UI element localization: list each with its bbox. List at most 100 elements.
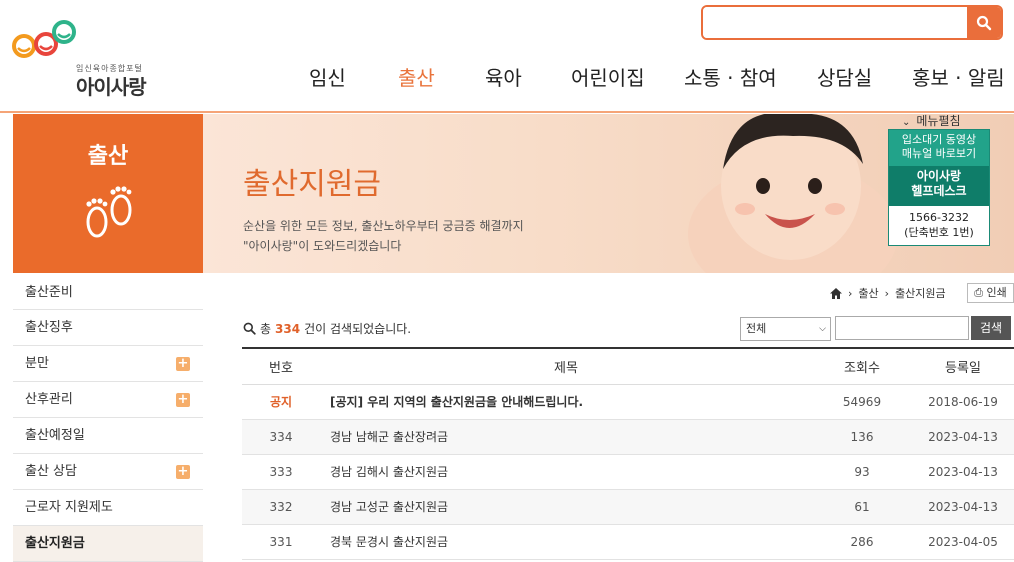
result-count: 총 334 건이 검색되었습니다. bbox=[243, 320, 411, 337]
sidebar-item-label: 산후관리 bbox=[25, 392, 73, 407]
sidebar-item-label: 출산징후 bbox=[25, 320, 73, 335]
video-manual-line: 입소대기 동영상 bbox=[901, 133, 977, 146]
home-icon[interactable] bbox=[830, 287, 842, 299]
menu-expand-toggle[interactable]: ⌄ 메뉴펼침 bbox=[902, 112, 961, 129]
baby-photo bbox=[688, 114, 898, 273]
subsidy-table: 번호 제목 조회수 등록일 공지 [공지] 우리 지역의 출산지원금을 안내해드… bbox=[242, 347, 1014, 560]
count-prefix: 총 bbox=[260, 322, 272, 336]
search-icon bbox=[976, 15, 992, 30]
search-button[interactable] bbox=[967, 7, 1001, 38]
banner-desc-line: 순산을 위한 모든 정보, 출산노하우부터 궁금증 해결까지 bbox=[243, 219, 524, 233]
col-header-subject: 제목 bbox=[320, 347, 812, 385]
row-views: 93 bbox=[812, 454, 912, 490]
nav-community[interactable]: 소통 · 참여 bbox=[684, 62, 777, 91]
menu-expand-label: 메뉴펼침 bbox=[916, 114, 961, 128]
sidebar-item-label: 근로자 지원제도 bbox=[25, 500, 113, 515]
nav-pregnancy[interactable]: 임신 bbox=[309, 62, 346, 91]
row-subject[interactable]: 경남 남해군 출산장려금 bbox=[320, 419, 812, 455]
search-filter-select[interactable]: 전체 ⌵ bbox=[740, 317, 831, 341]
row-subject[interactable]: 경남 김해시 출산지원금 bbox=[320, 454, 812, 490]
row-subject[interactable]: 경남 고성군 출산지원금 bbox=[320, 489, 812, 525]
row-no: 공지 bbox=[242, 384, 320, 420]
sidebar-item-label: 출산 상담 bbox=[25, 464, 77, 479]
sidebar-item-due-date[interactable]: 출산예정일 bbox=[13, 418, 203, 454]
banner-desc-line: "아이사랑"이 도와드리겠습니다 bbox=[243, 239, 402, 253]
sidebar-item-label: 출산지원금 bbox=[25, 536, 85, 551]
table-row[interactable]: 332 경남 고성군 출산지원금 61 2023-04-13 bbox=[242, 489, 1014, 525]
video-manual-link[interactable]: 입소대기 동영상 매뉴얼 바로보기 bbox=[889, 130, 989, 166]
sidebar-item-birth-counsel[interactable]: 출산 상담 + bbox=[13, 454, 203, 490]
page-title: 출산지원금 bbox=[243, 167, 381, 202]
row-subject[interactable]: [공지] 우리 지역의 출산지원금을 안내해드립니다. bbox=[320, 384, 812, 420]
sidebar-item-worker-support[interactable]: 근로자 지원제도 bbox=[13, 490, 203, 526]
col-header-views: 조회수 bbox=[812, 347, 912, 385]
sidebar-menu: 출산준비 출산징후 분만 + 산후관리 + 출산예정일 출산 상담 + 근로자 지원제… bbox=[13, 273, 203, 562]
keyword-search-button[interactable]: 검색 bbox=[971, 316, 1011, 340]
row-views: 61 bbox=[812, 489, 912, 525]
row-views: 54969 bbox=[812, 384, 912, 420]
helpdesk-title: 아이사랑 헬프데스크 bbox=[889, 166, 989, 206]
row-date: 2018-06-19 bbox=[912, 384, 1014, 420]
row-views: 136 bbox=[812, 419, 912, 455]
nav-birth[interactable]: 출산 bbox=[398, 62, 435, 91]
helpdesk-panel: 입소대기 동영상 매뉴얼 바로보기 아이사랑 헬프데스크 1566-3232 (… bbox=[888, 129, 990, 246]
helpdesk-title-line: 아이사랑 bbox=[916, 169, 962, 183]
breadcrumb-item[interactable]: 출산 bbox=[858, 285, 878, 301]
sidebar-header: 출산 bbox=[13, 114, 203, 273]
footprints-icon bbox=[86, 186, 132, 238]
row-no: 333 bbox=[242, 454, 320, 490]
row-subject[interactable]: 경북 문경시 출산지원금 bbox=[320, 524, 812, 560]
sidebar-title: 출산 bbox=[87, 144, 129, 169]
helpdesk-ext: (단축번호 1번) bbox=[904, 226, 974, 239]
plus-icon[interactable]: + bbox=[176, 465, 190, 479]
nav-parenting[interactable]: 육아 bbox=[485, 62, 522, 91]
breadcrumb: › 출산 › 출산지원금 bbox=[830, 285, 946, 301]
site-search bbox=[701, 5, 1003, 40]
global-nav: 임신 출산 육아 어린이집 소통 · 참여 상담실 홍보 · 알림 bbox=[0, 62, 1014, 94]
table-row[interactable]: 333 경남 김해시 출산지원금 93 2023-04-13 bbox=[242, 454, 1014, 490]
site-header: 임신육아종합포털 아이사랑 임신 출산 육아 어린이집 소통 · 참여 상담실 … bbox=[0, 0, 1014, 113]
plus-icon[interactable]: + bbox=[176, 357, 190, 371]
video-manual-line: 매뉴얼 바로보기 bbox=[901, 147, 977, 160]
sidebar-item-label: 분만 bbox=[25, 356, 49, 371]
row-date: 2023-04-13 bbox=[912, 454, 1014, 490]
helpdesk-phone: 1566-3232 bbox=[909, 211, 969, 224]
table-header-row: 번호 제목 조회수 등록일 bbox=[242, 347, 1014, 385]
sidebar-item-birth-signs[interactable]: 출산징후 bbox=[13, 310, 203, 346]
banner-description: 순산을 위한 모든 정보, 출산노하우부터 궁금증 해결까지 "아이사랑"이 도… bbox=[243, 216, 524, 256]
search-input[interactable] bbox=[703, 7, 967, 38]
print-button[interactable]: ⎙ 인쇄 bbox=[967, 283, 1014, 303]
chevron-down-icon: ⌄ bbox=[902, 117, 911, 128]
row-no: 331 bbox=[242, 524, 320, 560]
row-date: 2023-04-13 bbox=[912, 419, 1014, 455]
helpdesk-contact: 1566-3232 (단축번호 1번) bbox=[889, 206, 989, 240]
sidebar-item-birth-prep[interactable]: 출산준비 bbox=[13, 273, 203, 310]
table-row[interactable]: 334 경남 남해군 출산장려금 136 2023-04-13 bbox=[242, 419, 1014, 455]
sidebar-item-postpartum[interactable]: 산후관리 + bbox=[13, 382, 203, 418]
sidebar-item-birth-subsidy[interactable]: 출산지원금 bbox=[13, 526, 203, 562]
sidebar-item-label: 출산준비 bbox=[25, 285, 73, 300]
chevron-right-icon: › bbox=[848, 286, 853, 300]
nav-daycare[interactable]: 어린이집 bbox=[571, 62, 645, 91]
breadcrumb-current: 출산지원금 bbox=[895, 287, 946, 300]
table-row[interactable]: 공지 [공지] 우리 지역의 출산지원금을 안내해드립니다. 54969 201… bbox=[242, 384, 1014, 420]
row-date: 2023-04-13 bbox=[912, 489, 1014, 525]
chevron-right-icon: › bbox=[884, 286, 890, 300]
row-date: 2023-04-05 bbox=[912, 524, 1014, 560]
table-row[interactable]: 331 경북 문경시 출산지원금 286 2023-04-05 bbox=[242, 524, 1014, 560]
keyword-input[interactable] bbox=[835, 316, 969, 340]
row-no: 334 bbox=[242, 419, 320, 455]
row-views: 286 bbox=[812, 524, 912, 560]
plus-icon[interactable]: + bbox=[176, 393, 190, 407]
count-suffix: 건이 검색되었습니다. bbox=[304, 322, 412, 336]
nav-promotion[interactable]: 홍보 · 알림 bbox=[912, 62, 1005, 91]
print-label: 인쇄 bbox=[986, 286, 1007, 299]
count-number: 334 bbox=[275, 321, 301, 336]
col-header-no: 번호 bbox=[242, 347, 320, 385]
col-header-date: 등록일 bbox=[912, 347, 1014, 385]
sidebar-item-delivery[interactable]: 분만 + bbox=[13, 346, 203, 382]
nav-counseling[interactable]: 상담실 bbox=[817, 62, 872, 91]
helpdesk-title-line: 헬프데스크 bbox=[911, 184, 967, 198]
chevron-down-icon: ⌵ bbox=[819, 324, 826, 334]
sidebar-item-label: 출산예정일 bbox=[25, 428, 85, 443]
